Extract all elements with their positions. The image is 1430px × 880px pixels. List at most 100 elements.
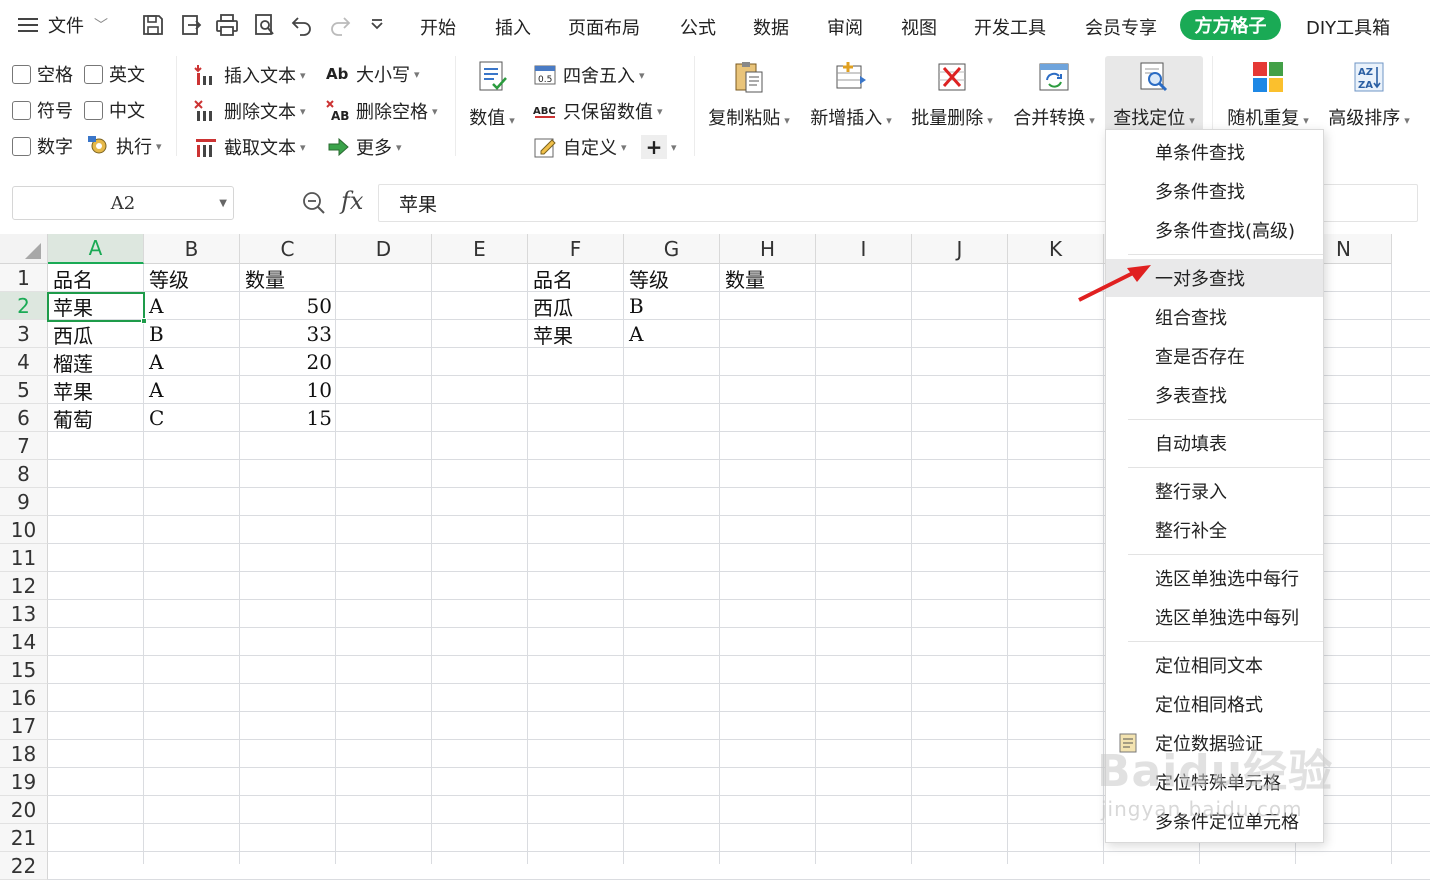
cell-g2[interactable]: B bbox=[624, 292, 720, 320]
cell-c3[interactable]: 33 bbox=[240, 320, 336, 348]
row-header-22[interactable]: 22 bbox=[0, 852, 48, 880]
checkbox-english[interactable]: 英文 bbox=[84, 59, 145, 89]
menu-item[interactable]: 定位数据验证 bbox=[1106, 724, 1323, 762]
column-header-c[interactable]: C bbox=[240, 234, 336, 264]
cell-c6[interactable]: 15 bbox=[240, 404, 336, 432]
row-header-8[interactable]: 8 bbox=[0, 460, 48, 488]
cell-b4[interactable]: A bbox=[144, 348, 240, 376]
advanced-sort-button[interactable]: AZ ZA 高级排序 ▾ bbox=[1325, 56, 1413, 146]
tab-view[interactable]: 视图 bbox=[901, 14, 937, 40]
row-header-4[interactable]: 4 bbox=[0, 348, 48, 376]
fill-handle[interactable] bbox=[141, 318, 147, 324]
cell-c2[interactable]: 50 bbox=[240, 292, 336, 320]
add-button[interactable]: + ▾ bbox=[641, 132, 677, 162]
menu-item[interactable]: 定位特殊单元格 bbox=[1106, 763, 1323, 801]
save-icon[interactable] bbox=[140, 12, 166, 38]
column-header-h[interactable]: H bbox=[720, 234, 816, 264]
add-insert-button[interactable]: 新增插入 ▾ bbox=[806, 56, 896, 146]
undo-icon[interactable] bbox=[289, 12, 315, 38]
redo-icon[interactable] bbox=[327, 12, 353, 38]
checkbox-box[interactable] bbox=[84, 100, 103, 120]
cell-b5[interactable]: A bbox=[144, 376, 240, 404]
cell-a1[interactable]: 品名 bbox=[48, 264, 144, 292]
row-header-9[interactable]: 9 bbox=[0, 488, 48, 516]
cell-a6[interactable]: 葡萄 bbox=[48, 404, 144, 432]
column-header-a[interactable]: A bbox=[48, 234, 144, 264]
checkbox-box[interactable] bbox=[84, 64, 103, 84]
zoom-out-icon[interactable] bbox=[301, 190, 327, 216]
row-header-21[interactable]: 21 bbox=[0, 824, 48, 852]
batch-delete-button[interactable]: 批量删除 ▾ bbox=[907, 56, 997, 146]
menu-item[interactable]: 定位相同文本 bbox=[1106, 646, 1323, 684]
column-header-i[interactable]: I bbox=[816, 234, 912, 264]
row-header-14[interactable]: 14 bbox=[0, 628, 48, 656]
column-header-d[interactable]: D bbox=[336, 234, 432, 264]
row-header-10[interactable]: 10 bbox=[0, 516, 48, 544]
column-header-g[interactable]: G bbox=[624, 234, 720, 264]
menu-item[interactable]: 查是否存在 bbox=[1106, 337, 1323, 375]
function-icon[interactable]: fx bbox=[341, 187, 363, 215]
menu-item[interactable]: 选区单独选中每行 bbox=[1106, 559, 1323, 597]
row-header-20[interactable]: 20 bbox=[0, 796, 48, 824]
column-header-e[interactable]: E bbox=[432, 234, 528, 264]
cell-b1[interactable]: 等级 bbox=[144, 264, 240, 292]
checkbox-box[interactable] bbox=[12, 136, 31, 156]
select-all-corner[interactable] bbox=[0, 234, 48, 264]
menu-item[interactable]: 多条件查找 bbox=[1106, 172, 1323, 210]
case-button[interactable]: Ab 大小写 ▾ bbox=[326, 59, 420, 89]
row-header-11[interactable]: 11 bbox=[0, 544, 48, 572]
column-header-f[interactable]: F bbox=[528, 234, 624, 264]
cell-b2[interactable]: A bbox=[144, 292, 240, 320]
keep-numbers-button[interactable]: ABC 只保留数值 ▾ bbox=[533, 96, 663, 126]
merge-convert-button[interactable]: 合并转换 ▾ bbox=[1009, 56, 1099, 146]
checkbox-number[interactable]: 数字 bbox=[12, 131, 73, 161]
tab-fangfanggezi[interactable]: 方方格子 bbox=[1180, 10, 1281, 40]
tab-developer[interactable]: 开发工具 bbox=[974, 14, 1046, 40]
row-header-3[interactable]: 3 bbox=[0, 320, 48, 348]
tab-page-layout[interactable]: 页面布局 bbox=[568, 14, 640, 40]
row-header-5[interactable]: 5 bbox=[0, 376, 48, 404]
tab-member[interactable]: 会员专享 bbox=[1085, 14, 1157, 40]
insert-text-button[interactable]: 插入文本 ▾ bbox=[194, 60, 306, 90]
cell-b3[interactable]: B bbox=[144, 320, 240, 348]
cell-f1[interactable]: 品名 bbox=[528, 264, 624, 292]
copy-paste-button[interactable]: 复制粘贴 ▾ bbox=[704, 56, 794, 146]
export-icon[interactable] bbox=[178, 12, 204, 38]
cell-c1[interactable]: 数量 bbox=[240, 264, 336, 292]
checkbox-box[interactable] bbox=[12, 100, 31, 120]
cell-a4[interactable]: 榴莲 bbox=[48, 348, 144, 376]
menu-item[interactable]: 单条件查找 bbox=[1106, 133, 1323, 171]
remove-spaces-button[interactable]: AB 删除空格 ▾ bbox=[326, 96, 438, 126]
row-header-17[interactable]: 17 bbox=[0, 712, 48, 740]
cell-f2[interactable]: 西瓜 bbox=[528, 292, 624, 320]
row-header-16[interactable]: 16 bbox=[0, 684, 48, 712]
checkbox-space[interactable]: 空格 bbox=[12, 59, 73, 89]
cell-a5[interactable]: 苹果 bbox=[48, 376, 144, 404]
file-menu[interactable]: 文件 ﹀ bbox=[18, 10, 108, 40]
menu-item[interactable]: 选区单独选中每列 bbox=[1106, 598, 1323, 636]
menu-item[interactable]: 多表查找 bbox=[1106, 376, 1323, 414]
row-header-15[interactable]: 15 bbox=[0, 656, 48, 684]
dropdown-arrow-icon[interactable]: ▼ bbox=[219, 198, 227, 209]
customize-quick-access-icon[interactable] bbox=[364, 12, 390, 38]
tab-home[interactable]: 开始 bbox=[420, 14, 456, 40]
cell-h1[interactable]: 数量 bbox=[720, 264, 816, 292]
checkbox-symbol[interactable]: 符号 bbox=[12, 95, 73, 125]
cell-f3[interactable]: 苹果 bbox=[528, 320, 624, 348]
menu-item[interactable]: 整行录入 bbox=[1106, 472, 1323, 510]
cell-a3[interactable]: 西瓜 bbox=[48, 320, 144, 348]
custom-button[interactable]: 自定义 ▾ bbox=[533, 132, 627, 162]
column-header-j[interactable]: J bbox=[912, 234, 1008, 264]
numeric-button[interactable]: 数值 ▾ bbox=[466, 56, 518, 146]
print-icon[interactable] bbox=[214, 12, 240, 38]
row-header-6[interactable]: 6 bbox=[0, 404, 48, 432]
tab-insert[interactable]: 插入 bbox=[495, 14, 531, 40]
column-header-b[interactable]: B bbox=[144, 234, 240, 264]
cell-b6[interactable]: C bbox=[144, 404, 240, 432]
round-button[interactable]: 0.5 四舍五入 ▾ bbox=[533, 60, 645, 90]
tab-diy-toolbox[interactable]: DIY工具箱 bbox=[1306, 14, 1390, 40]
cell-c4[interactable]: 20 bbox=[240, 348, 336, 376]
execute-button[interactable]: 执行 ▾ bbox=[86, 131, 162, 161]
row-header-12[interactable]: 12 bbox=[0, 572, 48, 600]
print-preview-icon[interactable] bbox=[252, 12, 278, 38]
